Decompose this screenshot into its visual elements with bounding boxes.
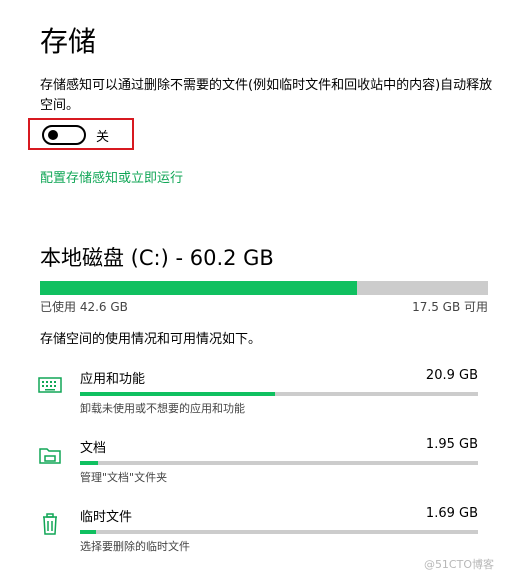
folder-icon [36, 441, 64, 469]
watermark: @51CTO博客 [423, 558, 494, 571]
category-name: 临时文件 [80, 510, 133, 525]
category-apps[interactable]: 应用和功能 20.9 GB 卸载未使用或不想要的应用和功能 [36, 368, 480, 418]
disk-free-label: 17.5 GB 可用 [412, 300, 488, 314]
category-temp-files[interactable]: 临时文件 1.69 GB 选择要删除的临时文件 [36, 506, 480, 556]
category-usage-bar-fill [80, 392, 276, 396]
disk-title: 本地磁盘 (C:) - 60.2 GB [40, 246, 274, 270]
category-documents[interactable]: 文档 1.95 GB 管理"文档"文件夹 [36, 437, 480, 487]
storage-sense-toggle-highlight: 关 [28, 118, 134, 150]
category-size: 1.69 GB [425, 506, 478, 521]
category-usage-bar [80, 392, 478, 396]
toggle-knob [48, 130, 58, 140]
category-usage-bar-fill [80, 461, 99, 465]
category-name: 文档 [80, 441, 107, 456]
disk-usage-bar [40, 281, 488, 295]
category-subtitle: 卸载未使用或不想要的应用和功能 [80, 402, 245, 415]
page-title: 存储 [40, 25, 97, 58]
disk-used-label: 已使用 42.6 GB [40, 300, 128, 314]
trash-icon [36, 510, 64, 538]
category-subtitle: 管理"文档"文件夹 [80, 471, 168, 484]
toggle-state-label: 关 [96, 130, 110, 145]
storage-sense-description: 存储感知可以通过删除不需要的文件(例如临时文件和回收站中的内容)自动释放空间。 [40, 78, 493, 113]
keyboard-icon [36, 372, 64, 400]
category-subtitle: 选择要删除的临时文件 [80, 540, 190, 553]
disk-usage-bar-fill [40, 281, 358, 295]
storage-sense-toggle[interactable] [42, 125, 86, 145]
category-size: 20.9 GB [425, 368, 478, 383]
category-size: 1.95 GB [425, 437, 478, 452]
category-usage-bar [80, 530, 478, 534]
category-usage-bar [80, 461, 478, 465]
category-usage-bar-fill [80, 530, 96, 534]
category-name: 应用和功能 [80, 372, 146, 387]
configure-storage-sense-link[interactable]: 配置存储感知或立即运行 [40, 167, 183, 186]
usage-caption: 存储空间的使用情况和可用情况如下。 [40, 332, 262, 347]
